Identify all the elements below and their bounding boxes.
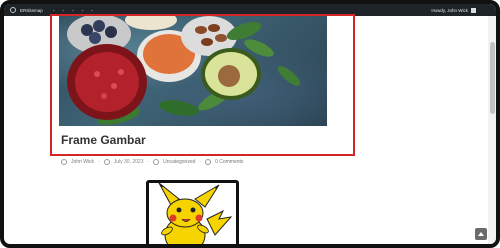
admin-bar-menu-item[interactable]: ▪ xyxy=(53,8,55,13)
pikachu-cheek xyxy=(169,214,177,222)
meta-separator: - xyxy=(147,159,150,165)
admin-bar-menu-item[interactable]: ▪ xyxy=(62,8,64,13)
pikachu-head xyxy=(166,198,204,228)
admin-bar-account[interactable]: Howdy, John Wick xyxy=(431,7,476,13)
comment-icon xyxy=(205,159,212,165)
scrollbar-thumb[interactable] xyxy=(490,42,495,114)
post-title[interactable]: Frame Gambar xyxy=(61,133,146,147)
meta-separator: - xyxy=(98,159,100,165)
admin-bar-menu-item[interactable]: ▪ xyxy=(72,8,74,13)
pikachu-cheek xyxy=(195,214,203,222)
page-scrollbar[interactable] xyxy=(488,16,496,244)
avatar[interactable] xyxy=(471,7,476,13)
post-comments[interactable]: 0 Comments xyxy=(215,159,243,165)
pikachu-image xyxy=(158,183,233,244)
user-icon xyxy=(61,159,67,165)
admin-bar-greeting[interactable]: Howdy, John Wick xyxy=(431,8,468,13)
admin-bar-menu-item[interactable]: ▪ xyxy=(82,8,84,13)
post-author[interactable]: John Wick xyxy=(71,159,94,165)
post-category[interactable]: Uncategorized xyxy=(163,159,195,165)
post-meta: John Wick - July 30, 2023 - Uncategorize… xyxy=(61,159,243,165)
screen-frame: ERSitemap ▪ ▪ ▪ ▪ ▪ Howdy, John Wick Fra… xyxy=(0,0,500,248)
framed-image[interactable] xyxy=(146,180,239,244)
meta-separator: - xyxy=(199,159,202,165)
pikachu-eye xyxy=(176,207,182,213)
admin-bar-menu-item[interactable]: ▪ xyxy=(91,8,93,13)
wordpress-icon[interactable] xyxy=(10,7,16,13)
pikachu-tail xyxy=(206,209,233,236)
pikachu-eye xyxy=(190,207,196,213)
admin-bar-site-name[interactable]: ERSitemap xyxy=(20,8,43,13)
folder-icon xyxy=(153,159,160,165)
clock-icon xyxy=(103,159,110,165)
post-date: July 30, 2023 xyxy=(113,159,144,165)
back-to-top-button[interactable] xyxy=(475,228,487,240)
